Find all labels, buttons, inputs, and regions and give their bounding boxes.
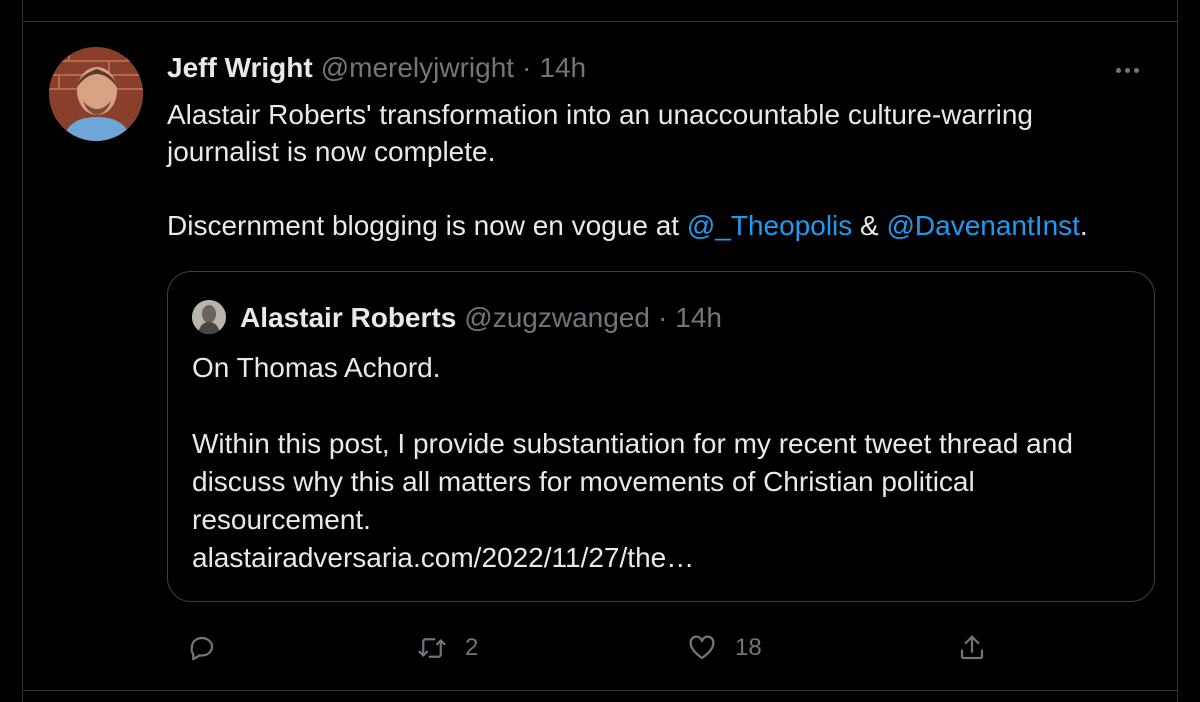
tweet-actions: 2 18 bbox=[167, 628, 1167, 668]
reply-button[interactable] bbox=[187, 628, 235, 668]
like-button[interactable]: 18 bbox=[687, 628, 762, 668]
tweet-text: Alastair Roberts' transformation into an… bbox=[167, 96, 1147, 244]
like-icon bbox=[689, 635, 715, 660]
more-options-button[interactable] bbox=[1109, 56, 1145, 84]
reply-icon bbox=[190, 636, 214, 661]
separator-dot: · bbox=[522, 52, 532, 83]
quoted-link[interactable]: alastairadversaria.com/2022/11/27/the… bbox=[192, 542, 694, 573]
tweet-paragraph-1: Alastair Roberts' transformation into an… bbox=[167, 99, 1034, 167]
tweet-container: Jeff Wright @merelyjwright · 14h Alastai… bbox=[22, 0, 1178, 702]
mention-theopolis[interactable]: @_Theopolis bbox=[687, 210, 852, 241]
quoted-separator-dot: · bbox=[657, 302, 668, 333]
like-count: 18 bbox=[735, 634, 762, 661]
top-divider bbox=[23, 21, 1177, 22]
retweet-button[interactable]: 2 bbox=[417, 628, 478, 668]
quoted-paragraph-1: On Thomas Achord. bbox=[192, 352, 441, 383]
share-icon bbox=[960, 635, 984, 660]
ampersand: & bbox=[852, 210, 887, 241]
quoted-author-handle[interactable]: @zugzwanged bbox=[464, 302, 650, 334]
quoted-text: On Thomas Achord. Within this post, I pr… bbox=[192, 349, 1132, 577]
period: . bbox=[1079, 210, 1088, 241]
quoted-author-avatar[interactable] bbox=[192, 300, 226, 334]
quoted-header: Alastair Roberts @zugzwanged · 14h bbox=[240, 302, 722, 334]
quoted-time[interactable]: 14h bbox=[675, 302, 722, 334]
more-icon bbox=[1115, 67, 1139, 73]
author-avatar[interactable] bbox=[49, 47, 143, 141]
mention-davenantinst[interactable]: @DavenantInst bbox=[887, 210, 1080, 241]
tweet-paragraph-2: Discernment blogging is now en vogue at … bbox=[167, 207, 1147, 244]
author-handle[interactable]: @merelyjwright bbox=[321, 52, 514, 84]
bottom-divider bbox=[23, 690, 1177, 691]
tweet-text-part: Discernment blogging is now en vogue at bbox=[167, 210, 687, 241]
retweet-icon bbox=[418, 638, 446, 658]
quoted-author-name[interactable]: Alastair Roberts bbox=[240, 302, 456, 334]
retweet-count: 2 bbox=[465, 634, 479, 661]
quoted-body: Within this post, I provide substantiati… bbox=[192, 428, 1073, 535]
quoted-paragraph-2: Within this post, I provide substantiati… bbox=[192, 425, 1132, 577]
tweet-header: Jeff Wright @merelyjwright · 14h bbox=[167, 52, 586, 88]
share-button[interactable] bbox=[957, 628, 987, 668]
tweet-time[interactable]: 14h bbox=[539, 52, 586, 84]
quoted-tweet[interactable]: Alastair Roberts @zugzwanged · 14h On Th… bbox=[167, 271, 1155, 602]
author-name[interactable]: Jeff Wright bbox=[167, 52, 313, 84]
